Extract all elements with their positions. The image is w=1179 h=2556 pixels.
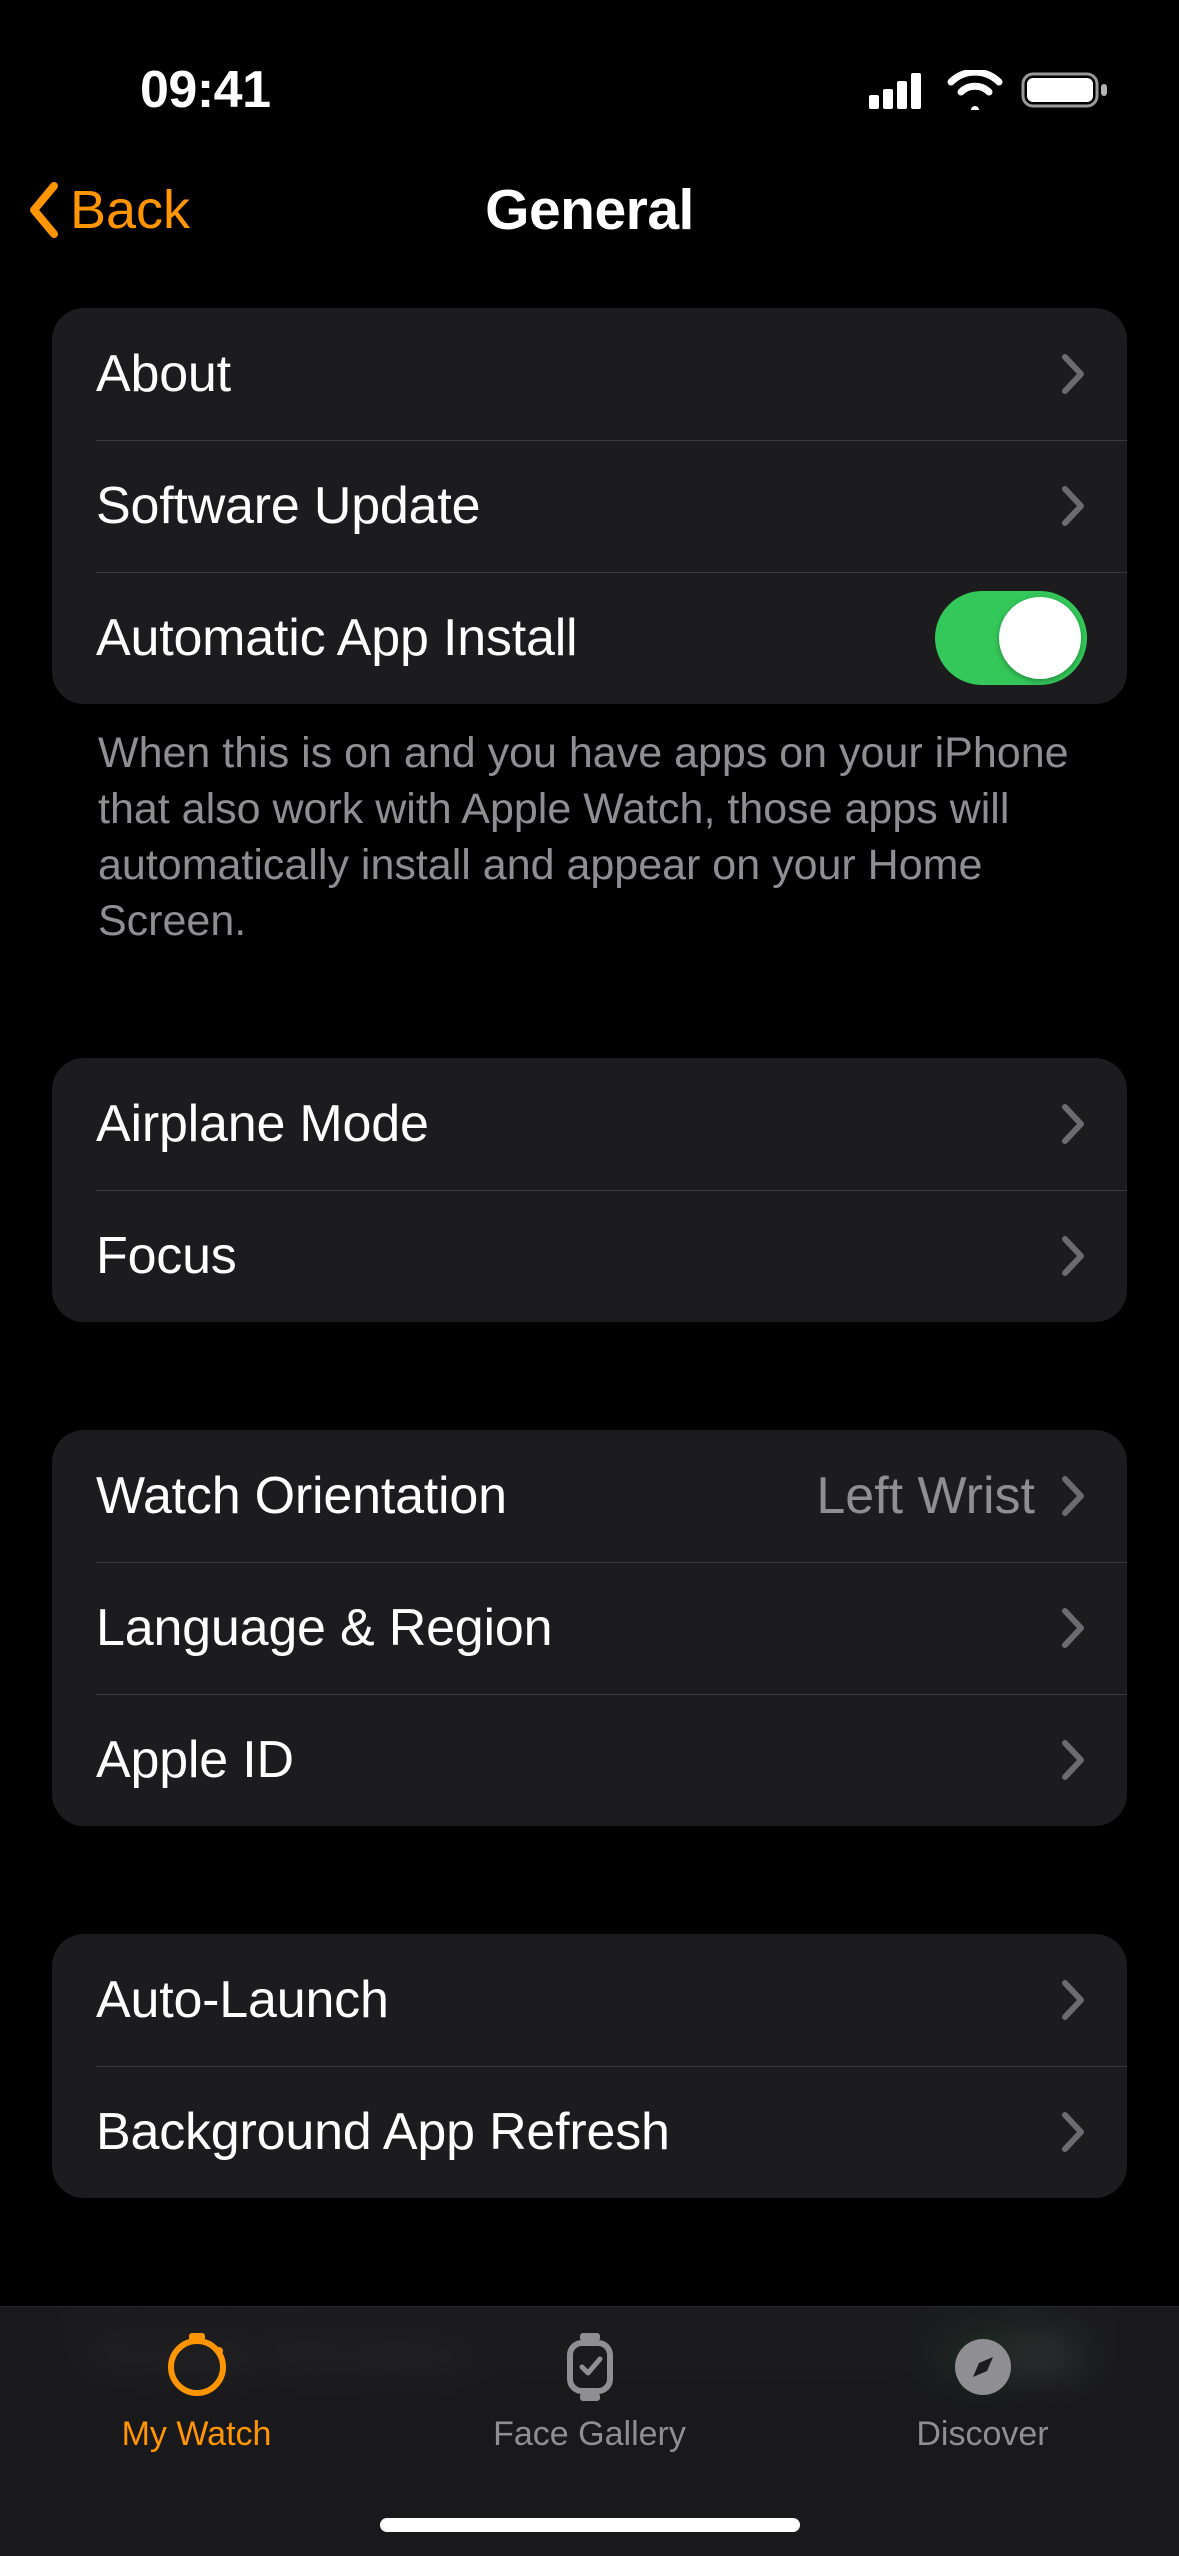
row-label: Background App Refresh	[96, 2102, 670, 2162]
chevron-right-icon	[1061, 1103, 1087, 1145]
back-label: Back	[70, 179, 190, 241]
row-label: Airplane Mode	[96, 1094, 429, 1154]
status-bar: 09:41	[0, 0, 1179, 140]
chevron-right-icon	[1061, 1739, 1087, 1781]
chevron-right-icon	[1061, 1607, 1087, 1649]
chevron-right-icon	[1061, 1235, 1087, 1277]
row-label: Auto-Launch	[96, 1970, 389, 2030]
row-label: Language & Region	[96, 1598, 552, 1658]
chevron-right-icon	[1061, 2111, 1087, 2153]
tab-face-gallery[interactable]: Face Gallery	[395, 2331, 784, 2454]
settings-group-2: Airplane Mode Focus	[52, 1058, 1127, 1322]
group-1-footer: When this is on and you have apps on you…	[52, 726, 1127, 950]
row-apple-id[interactable]: Apple ID	[52, 1694, 1127, 1826]
chevron-right-icon	[1061, 485, 1087, 527]
chevron-right-icon	[1061, 1475, 1087, 1517]
compass-icon	[951, 2331, 1015, 2403]
row-auto-launch[interactable]: Auto-Launch	[52, 1934, 1127, 2066]
battery-icon	[1021, 70, 1109, 110]
tab-label: My Watch	[122, 2415, 272, 2454]
row-label: About	[96, 344, 231, 404]
toggle-knob	[999, 597, 1081, 679]
row-automatic-app-install: Automatic App Install	[52, 572, 1127, 704]
row-about[interactable]: About	[52, 308, 1127, 440]
toggle-automatic-app-install[interactable]	[935, 591, 1087, 685]
row-focus[interactable]: Focus	[52, 1190, 1127, 1322]
row-label: Apple ID	[96, 1730, 294, 1790]
watch-icon	[161, 2331, 233, 2403]
settings-group-3: Watch Orientation Left Wrist Language & …	[52, 1430, 1127, 1826]
back-button[interactable]: Back	[24, 179, 190, 241]
chevron-left-icon	[24, 180, 64, 240]
row-airplane-mode[interactable]: Airplane Mode	[52, 1058, 1127, 1190]
row-language-region[interactable]: Language & Region	[52, 1562, 1127, 1694]
settings-group-4: Auto-Launch Background App Refresh	[52, 1934, 1127, 2198]
status-icons	[869, 70, 1109, 110]
home-indicator[interactable]	[380, 2518, 800, 2532]
tab-label: Discover	[916, 2415, 1048, 2454]
face-gallery-icon	[560, 2331, 620, 2403]
nav-bar: Back General	[0, 140, 1179, 280]
row-background-app-refresh[interactable]: Background App Refresh	[52, 2066, 1127, 2198]
chevron-right-icon	[1061, 353, 1087, 395]
status-time: 09:41	[140, 60, 271, 120]
chevron-right-icon	[1061, 1979, 1087, 2021]
tab-discover[interactable]: Discover	[788, 2331, 1177, 2454]
row-label: Focus	[96, 1226, 237, 1286]
cellular-signal-icon	[869, 71, 929, 109]
row-label: Watch Orientation	[96, 1466, 507, 1526]
tab-label: Face Gallery	[493, 2415, 686, 2454]
content-area: About Software Update Automatic App Inst…	[0, 280, 1179, 2374]
page-title: General	[485, 177, 694, 243]
row-watch-orientation[interactable]: Watch Orientation Left Wrist	[52, 1430, 1127, 1562]
row-software-update[interactable]: Software Update	[52, 440, 1127, 572]
settings-group-1: About Software Update Automatic App Inst…	[52, 308, 1127, 704]
wifi-icon	[947, 70, 1003, 110]
tab-my-watch[interactable]: My Watch	[2, 2331, 391, 2454]
row-label: Automatic App Install	[96, 608, 577, 668]
row-value: Left Wrist	[816, 1466, 1035, 1526]
row-label: Software Update	[96, 476, 480, 536]
